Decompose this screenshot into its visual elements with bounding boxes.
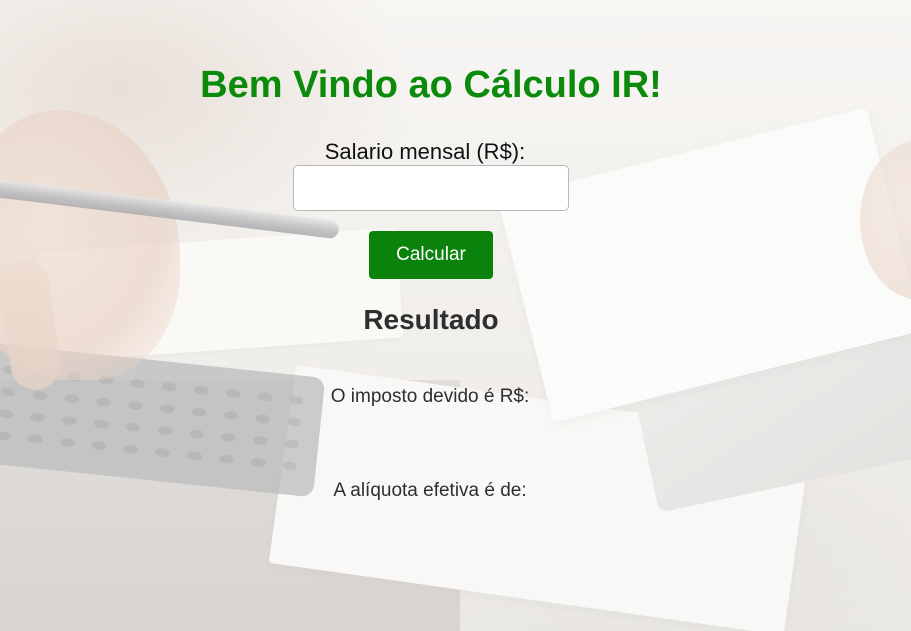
main-content: Bem Vindo ao Cálculo IR! Salario mensal … [0, 0, 911, 631]
salary-label: Salario mensal (R$): [324, 139, 526, 164]
calculate-button[interactable]: Calcular [369, 231, 493, 279]
effective-rate-text: A alíquota efetiva é de: [333, 480, 527, 501]
page: Bem Vindo ao Cálculo IR! Salario mensal … [0, 0, 911, 631]
tax-due-text: O imposto devido é R$: [330, 386, 530, 407]
page-title: Bem Vindo ao Cálculo IR! [200, 64, 662, 106]
salary-input[interactable] [293, 165, 569, 211]
result-heading: Resultado [363, 304, 499, 335]
